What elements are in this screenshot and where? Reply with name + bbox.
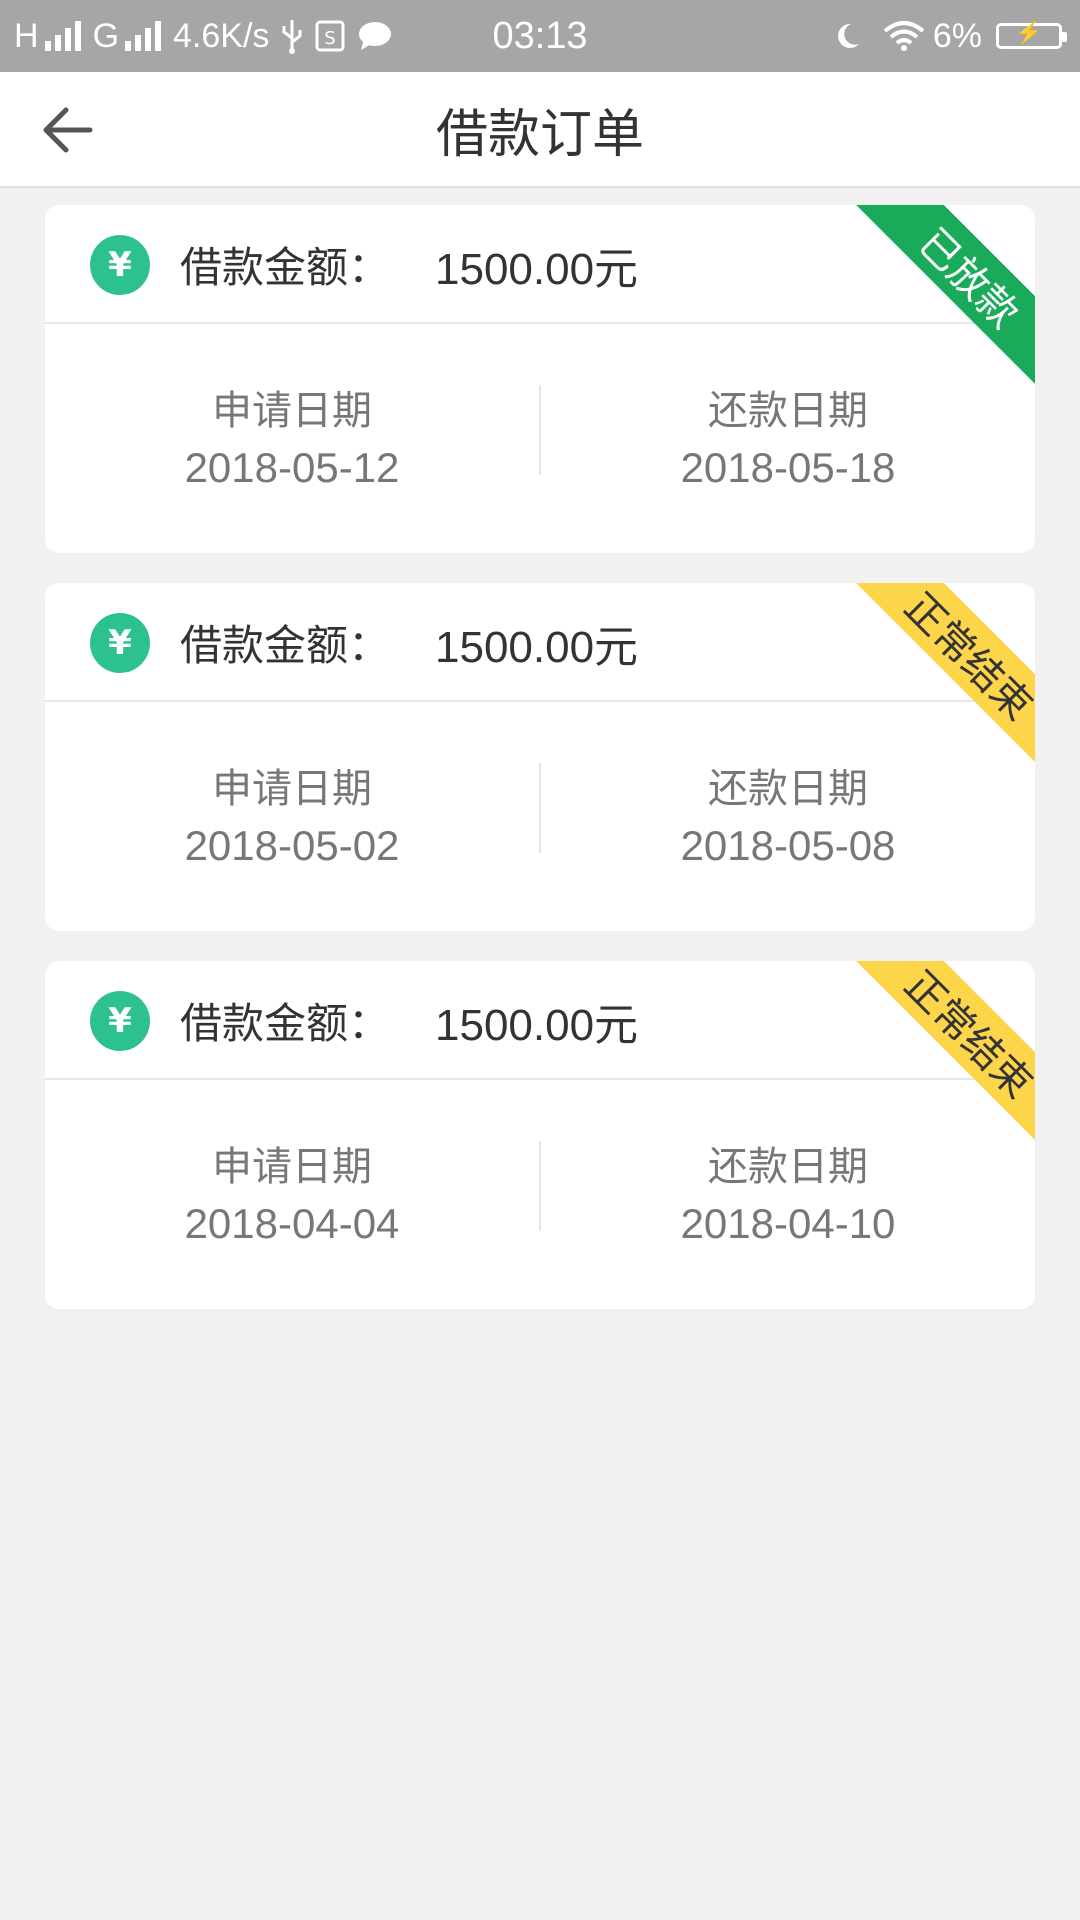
order-card[interactable]: ¥ 借款金额： 1500.00元 已放款 申请日期 2018-05-12 还款日… [45,205,1035,553]
amount-label: 借款金额： [180,621,391,670]
yen-icon: ¥ [90,991,150,1051]
amount-value: 1500.00元 [435,1000,639,1050]
page-title: 借款订单 [435,104,644,165]
apply-date-label: 申请日期 [212,388,372,434]
apply-date-label: 申请日期 [212,766,372,812]
apply-date-value: 2018-05-12 [184,444,400,491]
repay-date-value: 2018-04-10 [680,1200,896,1247]
apply-date-column: 申请日期 2018-05-02 [45,761,539,875]
app-header: 借款订单 [0,72,1080,188]
repay-date-value: 2018-05-08 [680,822,896,869]
status-right: 6% ⚡ [823,0,1067,72]
wifi-icon [883,20,925,52]
repay-date-value: 2018-05-18 [680,444,896,491]
status-bar: H G 4.6K/s S 03:13 6% ⚡ [0,0,1080,72]
repay-date-column: 还款日期 2018-05-18 [541,383,1035,497]
apply-date-label: 申请日期 [212,1144,372,1190]
apply-date-value: 2018-04-04 [184,1200,400,1247]
amount-value: 1500.00元 [435,244,639,294]
battery-percent: 6% [932,16,982,55]
repay-date-label: 还款日期 [708,1144,868,1190]
order-card[interactable]: ¥ 借款金额： 1500.00元 正常结束 申请日期 2018-05-02 还款… [45,583,1035,931]
amount-label: 借款金额： [180,243,391,292]
order-card[interactable]: ¥ 借款金额： 1500.00元 正常结束 申请日期 2018-04-04 还款… [45,961,1035,1309]
repay-date-column: 还款日期 2018-04-10 [541,1139,1035,1253]
yen-icon: ¥ [90,235,150,295]
battery-icon: ⚡ [996,20,1067,49]
moon-icon [835,22,861,50]
amount-label: 借款金额： [180,999,391,1048]
repay-date-column: 还款日期 2018-05-08 [541,761,1035,875]
apply-date-value: 2018-05-02 [184,822,400,869]
apply-date-column: 申请日期 2018-04-04 [45,1139,539,1253]
amount-value: 1500.00元 [435,622,639,672]
yen-icon: ¥ [90,613,150,673]
repay-date-label: 还款日期 [708,388,868,434]
repay-date-label: 还款日期 [708,766,868,812]
apply-date-column: 申请日期 2018-05-12 [45,383,539,497]
